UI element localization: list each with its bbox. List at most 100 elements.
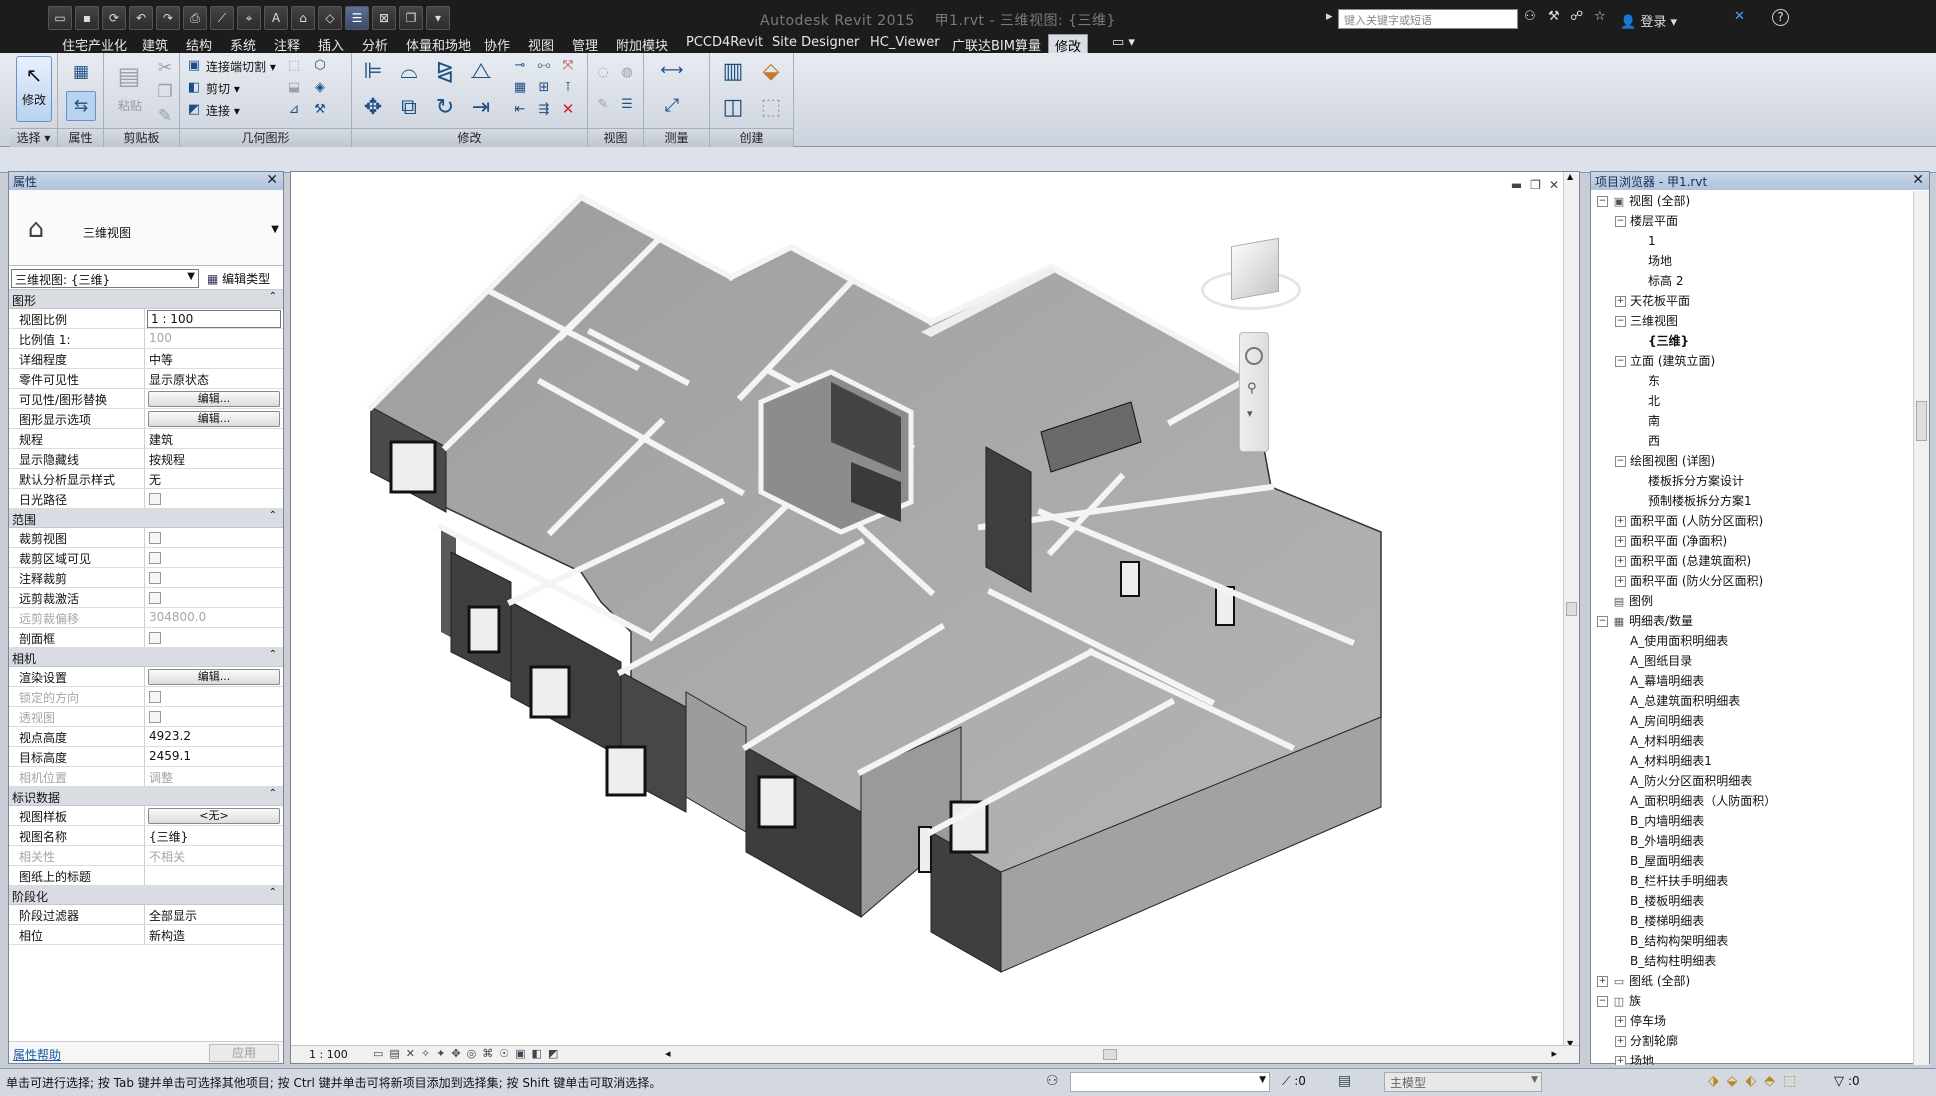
close-icon[interactable]: ✕ bbox=[266, 172, 278, 188]
3d-viewport[interactable]: ▬ ❐ ✕ ⚲ ▾ ▲ ▼ 1: 100 ▭▤✕✧✦✥◎⌘☉▣◧◩ ◂ ▸ bbox=[290, 171, 1580, 1064]
align-icon[interactable]: ⊫ bbox=[358, 57, 388, 87]
collapse-icon[interactable]: ⌃ bbox=[269, 887, 277, 898]
tree-node[interactable]: A_使用面积明细表 bbox=[1591, 631, 1913, 651]
edit-type-button[interactable]: ▦ 编辑类型 bbox=[207, 270, 270, 287]
tree-node[interactable]: + 面积平面 (防火分区面积) bbox=[1591, 571, 1913, 591]
tree-node[interactable]: + 面积平面 (总建筑面积) bbox=[1591, 551, 1913, 571]
aligned-dimension-icon[interactable]: ⤢ bbox=[652, 91, 692, 121]
collapse-icon[interactable]: − bbox=[1615, 316, 1626, 327]
checkbox[interactable] bbox=[149, 592, 161, 604]
section-icon[interactable]: ◇ bbox=[318, 6, 342, 30]
property-value[interactable]: 无 bbox=[145, 469, 283, 488]
steering-wheel-icon[interactable] bbox=[1245, 347, 1263, 365]
cut-label[interactable]: 剪切 ▾ bbox=[206, 80, 240, 97]
tree-node[interactable]: A_材料明细表 bbox=[1591, 731, 1913, 751]
print-icon[interactable]: ⎙ bbox=[183, 6, 207, 30]
checkbox[interactable] bbox=[149, 632, 161, 644]
linework-icon[interactable]: ✎ bbox=[592, 93, 614, 115]
3d-view-icon[interactable]: ⌂ bbox=[291, 6, 315, 30]
tree-node[interactable]: 南 bbox=[1591, 411, 1913, 431]
expand-icon[interactable]: + bbox=[1615, 1056, 1626, 1065]
paste-icon[interactable]: ▤ bbox=[114, 59, 144, 93]
open-icon[interactable]: ▭ bbox=[48, 6, 72, 30]
tree-node[interactable]: 东 bbox=[1591, 371, 1913, 391]
type-selector[interactable]: ⌂ 三维视图 ▼ bbox=[9, 190, 283, 266]
checkbox[interactable] bbox=[149, 493, 161, 505]
save-icon[interactable]: ▪ bbox=[75, 6, 99, 30]
trim-multiple-icon[interactable]: ⇶ bbox=[534, 99, 554, 119]
scroll-left-icon[interactable]: ◂ bbox=[665, 1047, 671, 1060]
chevron-down-icon[interactable]: ▼ bbox=[271, 224, 279, 235]
join-label[interactable]: 连接 ▾ bbox=[206, 102, 240, 119]
collapse-icon[interactable]: − bbox=[1597, 616, 1608, 627]
join-icon[interactable]: ◩ bbox=[184, 99, 204, 119]
modify-button[interactable]: ↖ 修改 bbox=[16, 56, 52, 122]
tree-node[interactable]: A_面积明细表（人防面积） bbox=[1591, 791, 1913, 811]
switch-windows-icon[interactable]: ❐ bbox=[399, 6, 423, 30]
tree-node[interactable]: A_材料明细表1 bbox=[1591, 751, 1913, 771]
tree-node[interactable]: − 立面 (建筑立面) bbox=[1591, 351, 1913, 371]
tree-node[interactable]: − 三维视图 bbox=[1591, 311, 1913, 331]
view-cube-face[interactable] bbox=[1231, 237, 1279, 301]
delete-icon[interactable]: ✕ bbox=[558, 99, 578, 119]
tree-node[interactable]: 1 bbox=[1591, 231, 1913, 251]
active-workset-field[interactable]: ▼ bbox=[1070, 1072, 1270, 1092]
scroll-thumb[interactable] bbox=[1566, 602, 1577, 616]
rotate-icon[interactable]: ↻ bbox=[430, 93, 460, 123]
split-face-icon[interactable]: ⬚ bbox=[284, 55, 304, 75]
select-panel-label[interactable]: 选择 ▾ bbox=[10, 128, 57, 147]
tree-node[interactable]: B_结构构架明细表 bbox=[1591, 931, 1913, 951]
expand-icon[interactable]: + bbox=[1597, 976, 1608, 987]
expand-icon[interactable]: + bbox=[1615, 1036, 1626, 1047]
property-group-header[interactable]: 相机 ⌃ bbox=[9, 648, 283, 667]
tree-node[interactable]: 楼板拆分方案设计 bbox=[1591, 471, 1913, 491]
tree-node[interactable]: B_内墙明细表 bbox=[1591, 811, 1913, 831]
redo-icon[interactable]: ↷ bbox=[156, 6, 180, 30]
tree-node[interactable]: + 面积平面 (净面积) bbox=[1591, 531, 1913, 551]
tree-node[interactable]: + 天花板平面 bbox=[1591, 291, 1913, 311]
paint-icon[interactable]: ◈ bbox=[310, 77, 330, 97]
exchange-apps-icon[interactable]: ✕ bbox=[1734, 9, 1745, 24]
communication-icon[interactable]: ☍ bbox=[1570, 9, 1583, 24]
tree-node[interactable]: B_外墙明细表 bbox=[1591, 831, 1913, 851]
close-icon[interactable]: ✕ bbox=[1912, 172, 1924, 188]
tab-insert[interactable]: 插入 bbox=[312, 34, 350, 54]
property-group-header[interactable]: 图形 ⌃ bbox=[9, 290, 283, 309]
binoculars-icon[interactable]: ⚇ bbox=[1524, 9, 1536, 24]
scroll-up-icon[interactable]: ▲ bbox=[1567, 172, 1573, 181]
edit-button[interactable]: 编辑... bbox=[148, 391, 280, 407]
zoom-icon[interactable]: ⚲ bbox=[1247, 381, 1257, 396]
filter-icon[interactable]: ▽ bbox=[1834, 1074, 1844, 1089]
tree-node[interactable]: A_图纸目录 bbox=[1591, 651, 1913, 671]
trim-single-icon[interactable]: ⇤ bbox=[510, 99, 530, 119]
property-value[interactable]: 中等 bbox=[145, 349, 283, 368]
tab-pccd4revit[interactable]: PCCD4Revit bbox=[680, 34, 769, 53]
property-group-header[interactable]: 标识数据 ⌃ bbox=[9, 787, 283, 806]
sync-icon[interactable]: ⟳ bbox=[102, 6, 126, 30]
tab-massing-site[interactable]: 体量和场地 bbox=[400, 34, 477, 54]
login-button[interactable]: 👤 登录 ▾ bbox=[1620, 11, 1677, 30]
edit-button[interactable]: 编辑... bbox=[148, 669, 280, 685]
tab-structure[interactable]: 结构 bbox=[180, 34, 218, 54]
cut-icon[interactable]: ✂ bbox=[152, 55, 178, 81]
tab-analyze[interactable]: 分析 bbox=[356, 34, 394, 54]
tab-addins[interactable]: 附加模块 bbox=[610, 34, 674, 54]
property-group-header[interactable]: 范围 ⌃ bbox=[9, 509, 283, 528]
text-icon[interactable]: A bbox=[264, 6, 288, 30]
collapse-icon[interactable]: − bbox=[1597, 196, 1608, 207]
browser-scrollbar[interactable] bbox=[1913, 191, 1929, 1065]
split-gap-icon[interactable]: ⧟ bbox=[534, 55, 554, 75]
tag-icon[interactable]: ⌖ bbox=[237, 6, 261, 30]
create-parts-icon[interactable]: ⬙ bbox=[754, 55, 788, 89]
scroll-right-icon[interactable]: ▸ bbox=[1551, 1047, 1557, 1060]
wall-joins-icon[interactable]: ⬡ bbox=[310, 55, 330, 75]
tree-node[interactable]: − ▦ 明细表/数量 bbox=[1591, 611, 1913, 631]
demolish-icon[interactable]: ⬓ bbox=[284, 77, 304, 97]
subscription-icon[interactable]: ⚒ bbox=[1548, 9, 1560, 24]
array-icon[interactable]: ▦ bbox=[510, 77, 530, 97]
collapse-icon[interactable]: ⌃ bbox=[269, 291, 277, 302]
checkbox[interactable] bbox=[149, 552, 161, 564]
tree-node[interactable]: B_栏杆扶手明细表 bbox=[1591, 871, 1913, 891]
properties-help-link[interactable]: 属性帮助 bbox=[13, 1046, 61, 1063]
scroll-thumb[interactable] bbox=[1916, 401, 1927, 441]
